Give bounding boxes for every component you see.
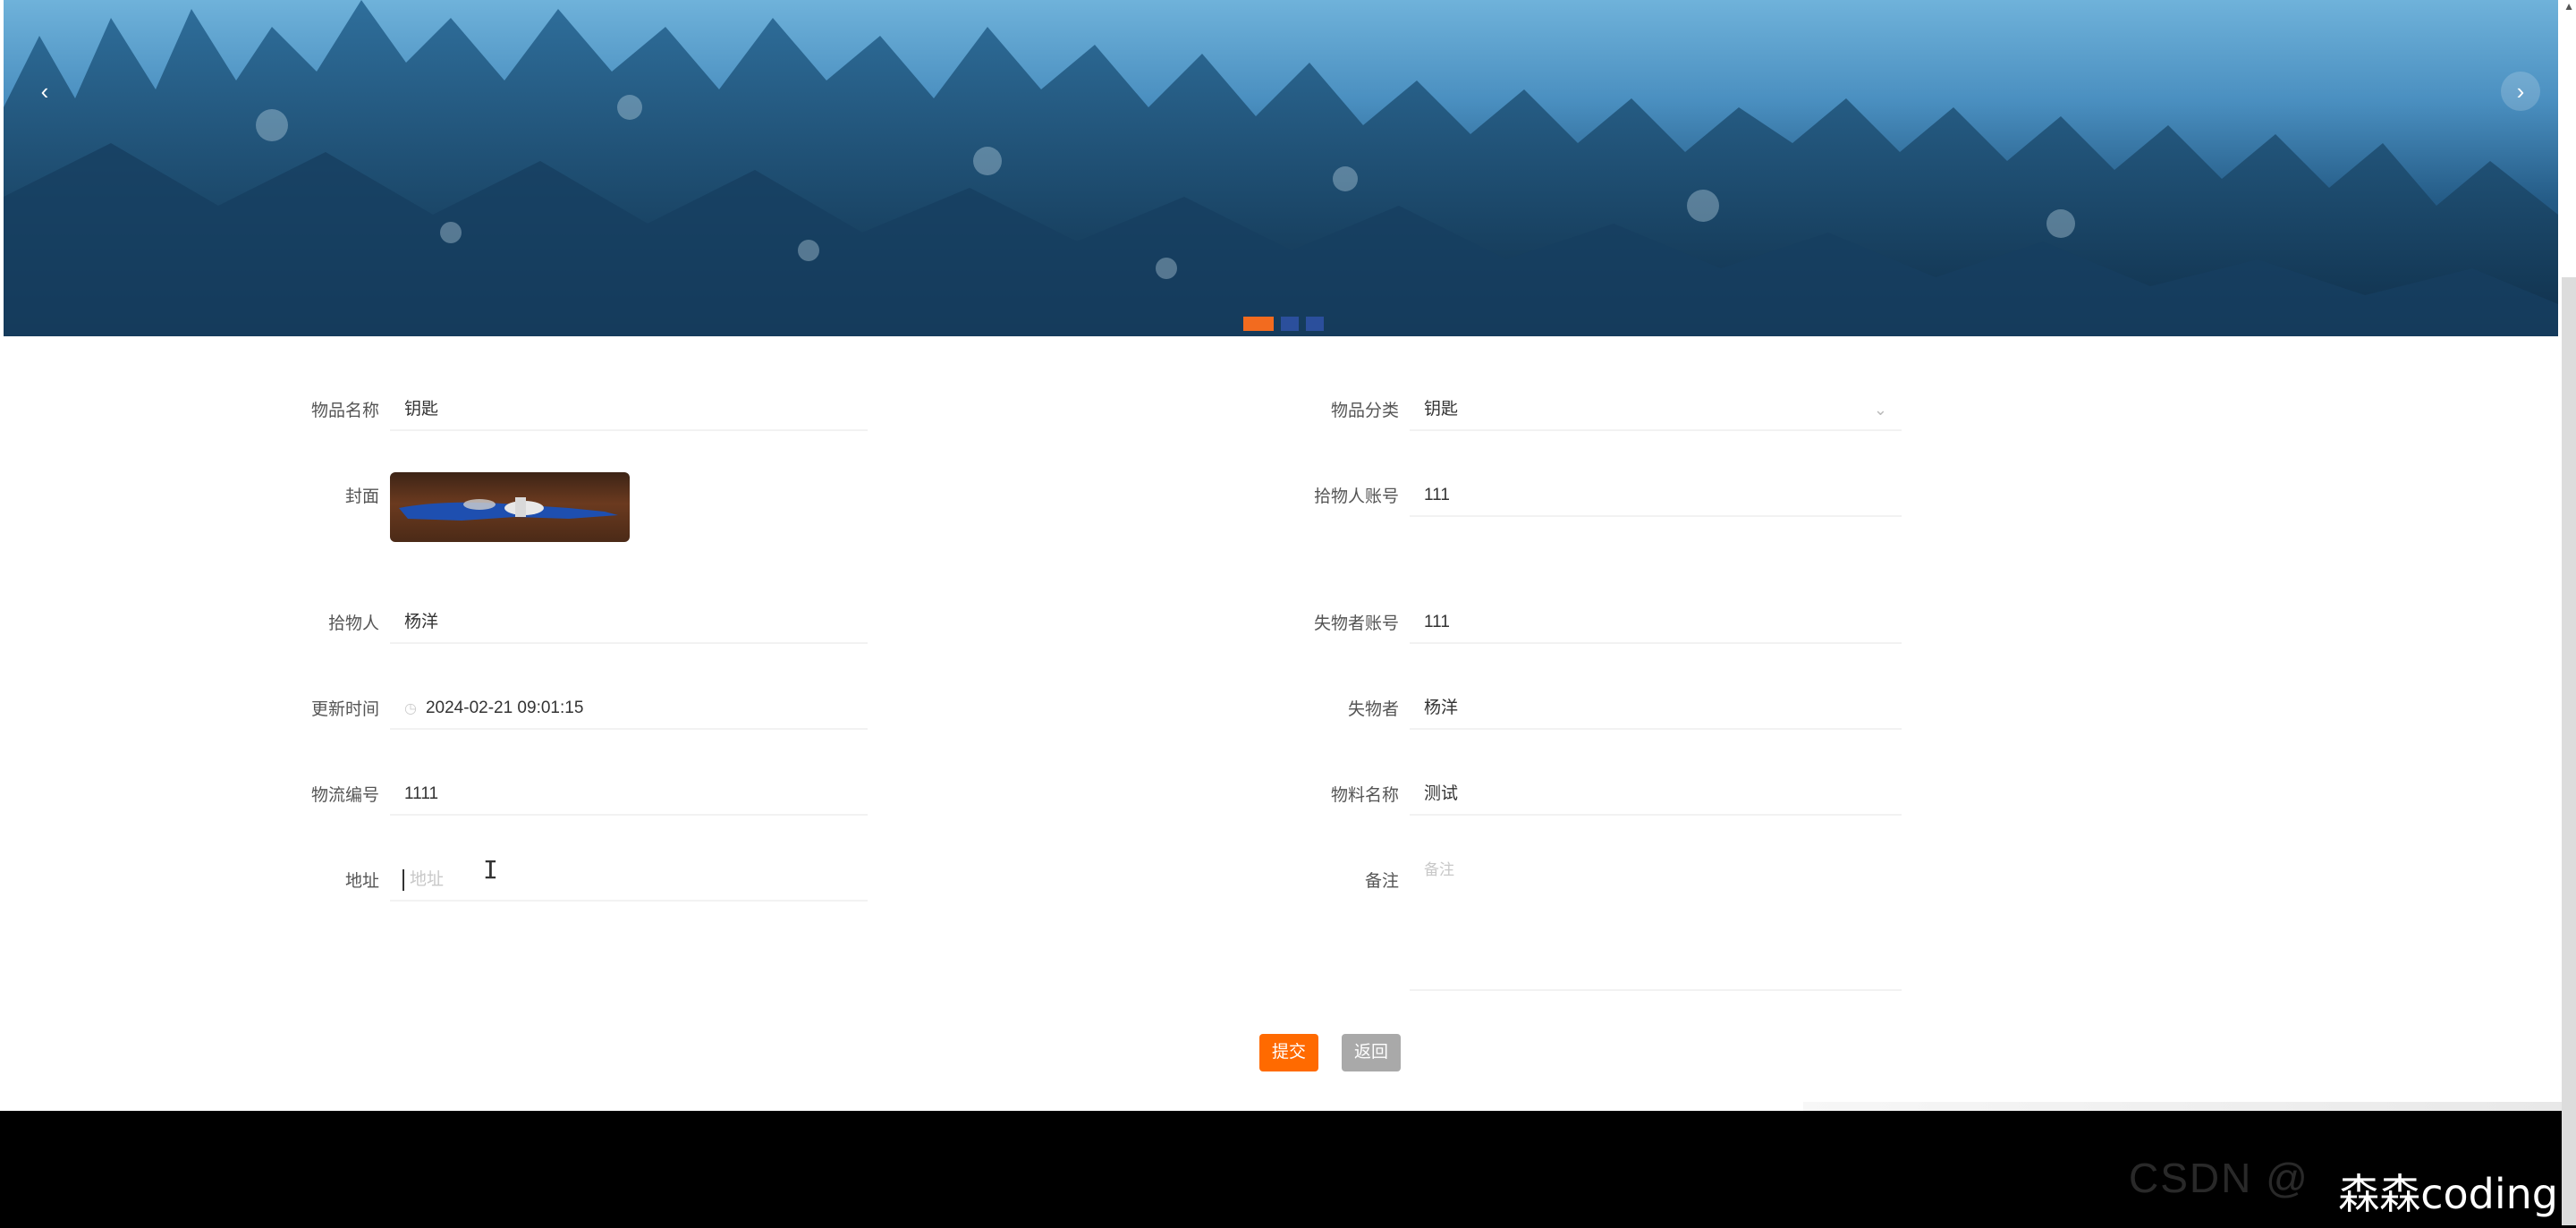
address-label: 地址 <box>344 872 379 891</box>
back-button[interactable]: 返回 <box>1342 1034 1402 1071</box>
remark-textarea[interactable]: 备注 <box>1410 843 1902 991</box>
category-select[interactable]: 钥匙 ⌄ <box>1410 388 1902 431</box>
loser-field[interactable]: 杨洋 <box>1410 687 1902 730</box>
page-scrollbar[interactable] <box>2562 277 2576 1225</box>
item-name-label: 物品名称 <box>310 402 379 420</box>
carousel-prev-icon[interactable]: ‹ <box>25 72 64 111</box>
address-placeholder: 地址 <box>410 870 445 889</box>
remark-placeholder: 备注 <box>1424 861 1454 878</box>
cover-image[interactable] <box>390 472 630 542</box>
loser-value: 杨洋 <box>1424 699 1459 717</box>
carousel-dot-1[interactable] <box>1243 317 1274 331</box>
item-name-value: 钥匙 <box>404 400 439 419</box>
text-cursor-icon: I <box>483 855 498 885</box>
update-time-label: 更新时间 <box>310 700 379 719</box>
watermark-text: 森森coding <box>2338 1170 2558 1218</box>
carousel-dot-3[interactable] <box>1306 317 1324 331</box>
carousel-next-icon[interactable]: › <box>2501 72 2540 111</box>
logistics-no-value: 1111 <box>404 784 439 803</box>
material-name-value: 测试 <box>1424 784 1459 803</box>
update-time-value: 2024-02-21 09:01:15 <box>425 699 584 717</box>
banner-carousel[interactable]: ‹ › <box>4 0 2558 336</box>
finder-account-value: 111 <box>1424 486 1450 504</box>
logistics-no-label: 物流编号 <box>310 786 379 805</box>
material-name-field[interactable]: 测试 <box>1410 773 1902 816</box>
update-time-picker[interactable]: ◷ 2024-02-21 09:01:15 <box>390 687 868 730</box>
chevron-down-icon: ⌄ <box>1873 401 1887 419</box>
finder-account-label: 拾物人账号 <box>1313 487 1399 506</box>
lost-item-form: 物品名称 钥匙 物品分类 钥匙 ⌄ 封面 拾物人账号 111 拾物人 杨洋 失物… <box>0 336 2576 1111</box>
clock-icon: ◷ <box>404 701 417 716</box>
submit-button[interactable]: 提交 <box>1259 1034 1319 1071</box>
category-value: 钥匙 <box>1424 400 1459 419</box>
loser-account-field[interactable]: 111 <box>1410 601 1902 644</box>
cover-thumbnail-graphic <box>399 497 618 521</box>
cover-label: 封面 <box>344 487 379 506</box>
logistics-no-field[interactable]: 1111 <box>390 773 868 816</box>
finder-field[interactable]: 杨洋 <box>390 601 868 644</box>
remark-label: 备注 <box>1364 872 1399 891</box>
item-name-field[interactable]: 钥匙 <box>390 388 868 431</box>
address-input[interactable]: 地址 <box>390 859 868 902</box>
category-label: 物品分类 <box>1330 402 1399 420</box>
snowy-forest-image <box>4 0 2558 336</box>
scroll-up-arrow-icon[interactable]: ▲ <box>2563 0 2574 13</box>
loser-account-value: 111 <box>1424 613 1450 631</box>
blurred-watermark-graphic: CSDN @ <box>2129 1155 2309 1201</box>
finder-value: 杨洋 <box>404 613 439 631</box>
text-caret <box>402 869 404 891</box>
loser-account-label: 失物者账号 <box>1313 614 1399 633</box>
carousel-dot-2[interactable] <box>1281 317 1299 331</box>
material-name-label: 物料名称 <box>1330 786 1399 805</box>
finder-account-field[interactable]: 111 <box>1410 474 1902 517</box>
carousel-indicators <box>1243 317 1324 331</box>
finder-label: 拾物人 <box>327 614 379 633</box>
loser-label: 失物者 <box>1347 700 1399 719</box>
page: ‹ › 物品名称 钥匙 物品分类 钥匙 ⌄ 封面 拾物人账号 111 拾物人 杨… <box>0 0 2576 1228</box>
